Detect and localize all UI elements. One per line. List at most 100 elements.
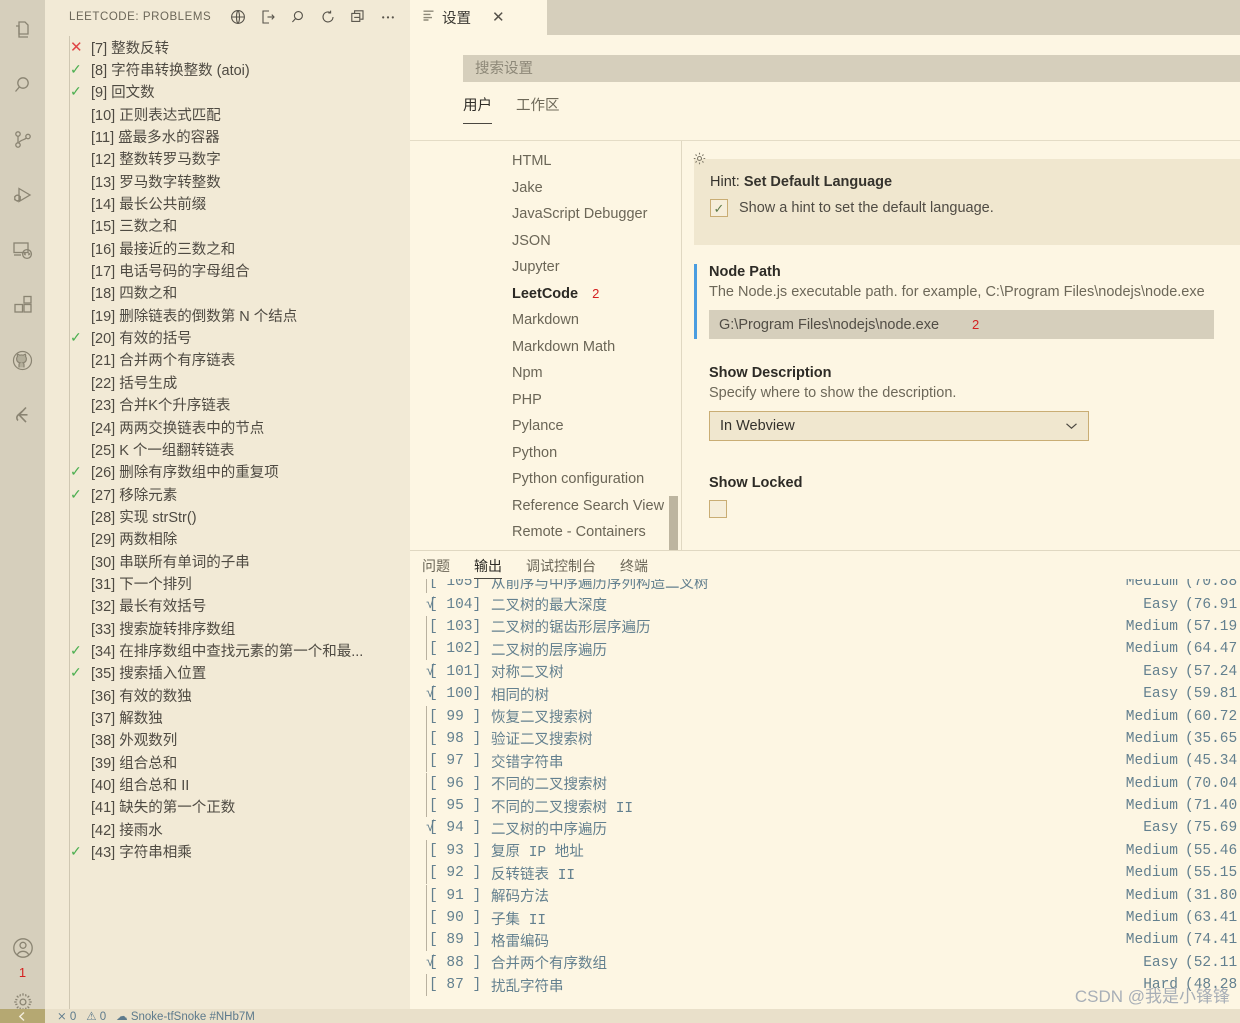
problem-list-item[interactable]: [11] 盛最多水的容器 <box>69 125 410 147</box>
sign-in-icon[interactable] <box>253 5 283 29</box>
settings-toc-item[interactable]: Npm <box>410 360 681 387</box>
problem-list-item[interactable]: [19] 删除链表的倒数第 N 个结点 <box>69 304 410 326</box>
problem-list-item[interactable]: ✓ [34] 在排序数组中查找元素的第一个和最... <box>69 639 410 661</box>
tab-workspace[interactable]: 工作区 <box>516 94 560 124</box>
github-icon[interactable] <box>0 335 45 385</box>
settings-toc-item[interactable]: Pylance <box>410 413 681 440</box>
run-debug-icon[interactable] <box>0 170 45 220</box>
setting-gear-icon[interactable] <box>692 151 707 171</box>
problem-list-item[interactable]: [22] 括号生成 <box>69 371 410 393</box>
search-icon[interactable] <box>283 5 313 29</box>
problem-list-item[interactable]: ✓ [9] 回文数 <box>69 81 410 103</box>
problem-list-item[interactable]: [10] 正则表达式匹配 <box>69 103 410 125</box>
problem-list-item[interactable]: ✕ [7] 整数反转 <box>69 36 410 58</box>
problem-list-item[interactable]: [29] 两数相除 <box>69 528 410 550</box>
settings-toc-item[interactable]: LeetCode 2 <box>410 281 681 308</box>
problem-list-item[interactable]: [41] 缺失的第一个正数 <box>69 796 410 818</box>
problem-list-item[interactable]: [38] 外观数列 <box>69 729 410 751</box>
settings-toc-item[interactable]: Markdown Math <box>410 334 681 361</box>
problem-list-item[interactable]: [21] 合并两个有序链表 <box>69 349 410 371</box>
settings-toc-item[interactable]: Remote - Containers <box>410 519 681 546</box>
settings-toc-item[interactable]: JSON <box>410 228 681 255</box>
hint-checkbox-row[interactable]: ✓ Show a hint to set the default languag… <box>710 199 1226 217</box>
problem-list-item[interactable]: [37] 解数独 <box>69 706 410 728</box>
refresh-icon[interactable] <box>313 5 343 29</box>
problem-list-item[interactable]: [12] 整数转罗马数字 <box>69 148 410 170</box>
tab-settings[interactable]: 设置 ✕ <box>410 0 547 35</box>
tab-terminal[interactable]: 终端 <box>620 551 648 579</box>
problem-list-item[interactable]: [17] 电话号码的字母组合 <box>69 259 410 281</box>
collapse-all-icon[interactable] <box>343 5 373 29</box>
source-control-icon[interactable] <box>0 115 45 165</box>
output-row: [ 90 ] 子集 II Medium (63.41 <box>410 907 1240 930</box>
remote-explorer-icon[interactable] <box>0 225 45 275</box>
settings-toc-item[interactable]: Jupyter <box>410 254 681 281</box>
leetcode-problems-sidebar: LEETCODE: PROBLEMS ✕ [7] 整数反转 ✓ [8] 字符串转… <box>45 0 410 1023</box>
problem-list-item[interactable]: [18] 四数之和 <box>69 282 410 304</box>
problem-list-item[interactable]: ✓ [43] 字符串相乘 <box>69 840 410 862</box>
extensions-icon[interactable] <box>0 280 45 330</box>
show-description-select[interactable]: In Webview <box>709 411 1089 441</box>
settings-toc-item[interactable]: PHP <box>410 387 681 414</box>
settings-toc[interactable]: HTML Jake JavaScript Debugger JSON Jupyter Le… <box>410 141 682 654</box>
tab-problems[interactable]: 问题 <box>422 551 450 579</box>
problem-list-item[interactable]: [16] 最接近的三数之和 <box>69 237 410 259</box>
settings-toc-item[interactable]: Python configuration <box>410 466 681 493</box>
search-input[interactable] <box>463 55 1240 82</box>
problem-list-item[interactable]: ✓ [35] 搜索插入位置 <box>69 662 410 684</box>
problem-list-item[interactable]: ✓ [20] 有效的括号 <box>69 326 410 348</box>
problem-list-item[interactable]: ✓ [26] 删除有序数组中的重复项 <box>69 461 410 483</box>
account-icon[interactable] <box>0 926 45 970</box>
tab-user[interactable]: 用户 <box>463 94 492 124</box>
problem-list-item[interactable]: [39] 组合总和 <box>69 751 410 773</box>
show-locked-checkbox-row[interactable] <box>709 500 1240 518</box>
problem-list-item[interactable]: [31] 下一个排列 <box>69 572 410 594</box>
output-view[interactable]: [ 105] 从前序与中序遍历序列构造二叉树 Medium (70.88 √[ 104]… <box>410 579 1240 1009</box>
settings-toc-item[interactable]: Jake <box>410 175 681 202</box>
explorer-icon[interactable] <box>0 5 45 55</box>
node-path-input[interactable]: G:\Program Files\nodejs\node.exe 2 <box>709 310 1214 339</box>
problem-label: [8] 字符串转换整数 (atoi) <box>91 63 250 80</box>
accepted-icon: √ <box>426 596 435 613</box>
account-annotation: 1 <box>18 965 27 980</box>
checkbox-icon[interactable]: ✓ <box>710 199 728 217</box>
problem-list-item[interactable]: [36] 有效的数独 <box>69 684 410 706</box>
problem-list-item[interactable]: [42] 接雨水 <box>69 818 410 840</box>
status-errors[interactable]: ⨯ 0 <box>57 1009 76 1023</box>
problem-list-item[interactable]: ✓ [27] 移除元素 <box>69 483 410 505</box>
problem-list-item[interactable]: [32] 最长有效括号 <box>69 595 410 617</box>
problem-list[interactable]: ✕ [7] 整数反转 ✓ [8] 字符串转换整数 (atoi) ✓ [9] 回文数 [10]… <box>45 36 410 1023</box>
output-acceptance: (75.69 <box>1185 820 1238 837</box>
more-actions-icon[interactable] <box>373 5 403 29</box>
tab-debug-console[interactable]: 调试控制台 <box>526 551 596 579</box>
problem-label: [9] 回文数 <box>91 85 155 102</box>
problem-list-item[interactable]: ✓ [8] 字符串转换整数 (atoi) <box>69 58 410 80</box>
tab-output[interactable]: 输出 <box>474 551 502 579</box>
settings-toc-item[interactable]: HTML <box>410 148 681 175</box>
leetcode-icon[interactable] <box>0 390 45 440</box>
problem-list-item[interactable]: [23] 合并K个升序链表 <box>69 394 410 416</box>
settings-toc-item[interactable]: JavaScript Debugger <box>410 201 681 228</box>
status-remote-name[interactable]: ☁ Snoke-tfSnoke #NHb7M <box>116 1009 255 1023</box>
status-warnings[interactable]: ⚠ 0 <box>86 1009 106 1023</box>
settings-toc-item[interactable]: Python <box>410 440 681 467</box>
settings-toc-item[interactable]: Markdown <box>410 307 681 334</box>
setting-show-locked: Show Locked <box>694 475 1240 518</box>
problem-list-item[interactable]: [15] 三数之和 <box>69 215 410 237</box>
problem-list-item[interactable]: [40] 组合总和 II <box>69 773 410 795</box>
remote-icon[interactable] <box>0 1009 45 1023</box>
search-icon[interactable] <box>0 60 45 110</box>
problem-list-item[interactable]: [24] 两两交换链表中的节点 <box>69 416 410 438</box>
globe-icon[interactable] <box>223 5 253 29</box>
problem-list-item[interactable]: [25] K 个一组翻转链表 <box>69 438 410 460</box>
problem-list-item[interactable]: [33] 搜索旋转排序数组 <box>69 617 410 639</box>
close-icon[interactable]: ✕ <box>492 10 505 25</box>
output-problem-name: 验证二叉搜索树 <box>491 733 593 750</box>
problem-list-item[interactable]: [30] 串联所有单词的子串 <box>69 550 410 572</box>
checkbox-icon[interactable] <box>709 500 727 518</box>
problem-list-item[interactable]: [14] 最长公共前缀 <box>69 192 410 214</box>
problem-list-item[interactable]: [13] 罗马数字转整数 <box>69 170 410 192</box>
settings-toc-item[interactable]: Reference Search View <box>410 493 681 520</box>
toc-label: Markdown Math <box>512 338 616 355</box>
problem-list-item[interactable]: [28] 实现 strStr() <box>69 505 410 527</box>
